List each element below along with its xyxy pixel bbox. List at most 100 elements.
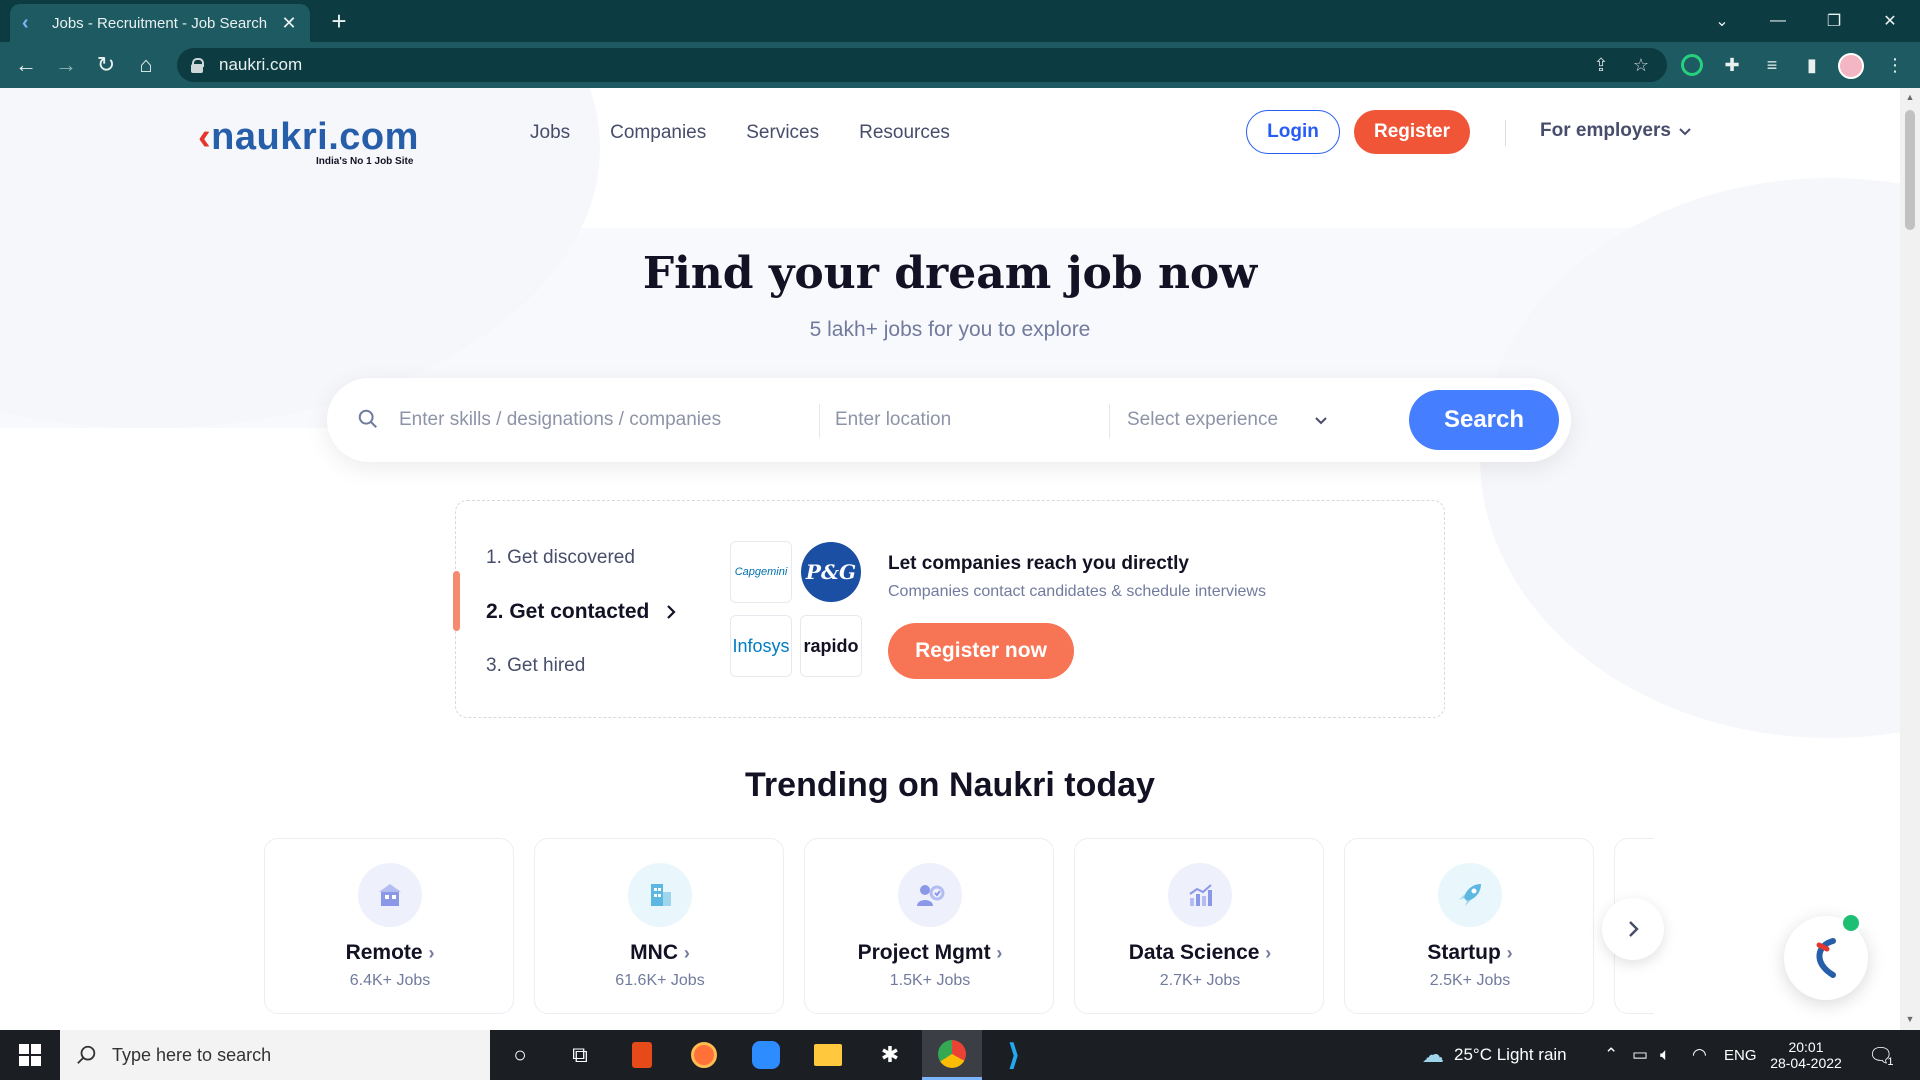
profile-avatar[interactable] bbox=[1838, 53, 1864, 79]
trending-card-count: 1.5K+ Jobs bbox=[889, 972, 971, 989]
naukri-chat-icon bbox=[1816, 938, 1836, 978]
search-divider bbox=[819, 404, 820, 438]
slack-icon[interactable]: ✱ bbox=[860, 1030, 920, 1080]
minimize-icon[interactable]: — bbox=[1750, 0, 1806, 42]
share-icon[interactable]: ⇪ bbox=[1592, 56, 1610, 74]
zoom-icon-shape bbox=[752, 1041, 780, 1069]
rocket-icon bbox=[1438, 863, 1502, 927]
wifi-icon[interactable]: ◠ bbox=[1692, 1030, 1707, 1080]
search-button[interactable]: Search bbox=[1409, 390, 1559, 450]
browser-tab[interactable]: ‹ Jobs - Recruitment - Job Search ✕ bbox=[10, 4, 310, 42]
for-employers-menu[interactable]: For employers bbox=[1540, 120, 1693, 142]
trending-next-button[interactable] bbox=[1602, 898, 1664, 960]
logo-tagline: India's No 1 Job Site bbox=[316, 156, 414, 167]
home-icon[interactable]: ⌂ bbox=[132, 51, 160, 79]
trending-card-count: 61.6K+ Jobs bbox=[615, 972, 705, 989]
taskbar-search-box[interactable]: Type here to search bbox=[60, 1030, 490, 1080]
volume-icon[interactable]: 🔈︎ bbox=[1660, 1030, 1670, 1080]
chevron-down-icon[interactable] bbox=[1313, 412, 1329, 428]
promo-steps: 1. Get discovered 2. Get contacted 3. Ge… bbox=[486, 531, 681, 693]
experience-select[interactable]: Select experience bbox=[1127, 378, 1327, 462]
bar-chart-icon bbox=[1168, 863, 1232, 927]
chevron-right-icon bbox=[667, 605, 676, 619]
tab-search-icon[interactable]: ⌄ bbox=[1694, 0, 1750, 42]
nav-services[interactable]: Services bbox=[746, 122, 819, 144]
cortana-icon[interactable]: ○ bbox=[490, 1030, 550, 1080]
register-promo-card: 1. Get discovered 2. Get contacted 3. Ge… bbox=[453, 500, 1445, 718]
trending-card-name: Project Mgmt › bbox=[857, 941, 1003, 964]
capgemini-logo: Capgemini bbox=[730, 541, 792, 603]
extensions-puzzle-icon[interactable]: ✚ bbox=[1721, 54, 1743, 76]
chevron-right-icon: › bbox=[428, 943, 435, 963]
extension-green-icon[interactable] bbox=[1681, 54, 1703, 76]
folder-icon-shape bbox=[814, 1044, 842, 1066]
search-icon bbox=[358, 409, 377, 428]
nav-companies[interactable]: Companies bbox=[610, 122, 706, 144]
tab-title: Jobs - Recruitment - Job Search bbox=[52, 14, 268, 32]
nav-jobs[interactable]: Jobs bbox=[530, 122, 570, 144]
address-bar[interactable]: naukri.com bbox=[177, 48, 1667, 82]
trending-card-project-mgmt[interactable]: Project Mgmt › 1.5K+ Jobs bbox=[804, 838, 1054, 1014]
step-get-discovered[interactable]: 1. Get discovered bbox=[486, 531, 681, 585]
file-explorer-icon[interactable] bbox=[798, 1030, 858, 1080]
browser-menu-icon[interactable]: ⋮ bbox=[1884, 54, 1906, 76]
page-scrollbar[interactable]: ▲ ▼ bbox=[1900, 88, 1920, 1030]
chrome-icon-shape bbox=[938, 1039, 966, 1068]
language-indicator[interactable]: ENG bbox=[1724, 1030, 1757, 1080]
step-get-contacted[interactable]: 2. Get contacted bbox=[486, 585, 681, 639]
taskbar-search-placeholder: Type here to search bbox=[112, 1044, 272, 1065]
office-icon[interactable] bbox=[612, 1030, 672, 1080]
location-input[interactable]: Enter location bbox=[835, 378, 1095, 462]
scroll-up-icon[interactable]: ▲ bbox=[1904, 92, 1916, 104]
nav-resources[interactable]: Resources bbox=[859, 122, 950, 144]
step-get-hired[interactable]: 3. Get hired bbox=[486, 639, 681, 693]
weather-text: 25°C Light rain bbox=[1454, 1045, 1567, 1064]
chevron-down-icon bbox=[1679, 128, 1691, 136]
company-logos: Capgemini P&G Infosys rapido bbox=[730, 541, 864, 681]
battery-icon[interactable]: ▭ bbox=[1632, 1030, 1648, 1080]
hero-title: Find your dream job now bbox=[642, 248, 1258, 299]
scrollbar-thumb[interactable] bbox=[1905, 110, 1915, 230]
restore-icon[interactable]: ❐ bbox=[1806, 0, 1862, 42]
url-text: naukri.com bbox=[219, 55, 303, 74]
register-now-button[interactable]: Register now bbox=[888, 623, 1074, 679]
side-panel-icon[interactable]: ▮ bbox=[1801, 54, 1823, 76]
tray-chevron-up-icon[interactable]: ⌃ bbox=[1604, 1030, 1618, 1080]
register-button[interactable]: Register bbox=[1354, 110, 1470, 154]
chrome-icon[interactable] bbox=[922, 1030, 982, 1080]
naukri-logo[interactable]: ‹naukri.com India's No 1 Job Site bbox=[198, 116, 438, 167]
close-window-icon[interactable]: ✕ bbox=[1862, 0, 1918, 42]
trending-card-remote[interactable]: Remote › 6.4K+ Jobs bbox=[264, 838, 514, 1014]
bookmark-star-icon[interactable]: ☆ bbox=[1632, 56, 1650, 74]
chevron-right-icon: › bbox=[1506, 943, 1513, 963]
clock[interactable]: 20:01 28-04-2022 bbox=[1766, 1030, 1846, 1080]
trending-card-mnc[interactable]: MNC › 61.6K+ Jobs bbox=[534, 838, 784, 1014]
trending-card-count: 6.4K+ Jobs bbox=[349, 972, 431, 989]
scroll-down-icon[interactable]: ▼ bbox=[1904, 1014, 1916, 1026]
reload-icon[interactable]: ↻ bbox=[92, 51, 120, 79]
vscode-icon[interactable]: ⟩ bbox=[984, 1030, 1044, 1080]
windows-start-button[interactable] bbox=[0, 1030, 60, 1080]
login-button[interactable]: Login bbox=[1246, 110, 1340, 154]
close-tab-icon[interactable]: ✕ bbox=[280, 13, 298, 34]
new-tab-icon[interactable]: + bbox=[325, 7, 353, 35]
skills-input[interactable]: Enter skills / designations / companies bbox=[399, 378, 779, 462]
for-employers-label: For employers bbox=[1540, 120, 1671, 141]
weather-widget[interactable]: ☁ 25°C Light rain bbox=[1422, 1030, 1567, 1080]
firefox-icon[interactable] bbox=[674, 1030, 734, 1080]
header-divider bbox=[1505, 120, 1506, 146]
reading-list-icon[interactable]: ≡ bbox=[1761, 54, 1783, 76]
back-icon[interactable]: ← bbox=[12, 51, 40, 79]
infosys-logo: Infosys bbox=[730, 615, 792, 677]
trending-card-count: 2.5K+ Jobs bbox=[1429, 972, 1511, 989]
forward-icon[interactable]: → bbox=[52, 51, 80, 79]
task-view-icon[interactable]: ⧉ bbox=[550, 1030, 610, 1080]
trending-card-name: Data Science › bbox=[1128, 941, 1272, 964]
trending-card-startup[interactable]: Startup › 2.5K+ Jobs bbox=[1344, 838, 1594, 1014]
trending-card-data-science[interactable]: Data Science › 2.7K+ Jobs bbox=[1074, 838, 1324, 1014]
notification-center-icon[interactable]: 🗨︎ 1 bbox=[1868, 1030, 1894, 1080]
browser-toolbar: ← → ↻ ⌂ naukri.com ⇪ ☆ ✚ ≡ ▮ ⋮ bbox=[0, 42, 1920, 88]
zoom-icon[interactable] bbox=[736, 1030, 796, 1080]
cloud-rain-icon: ☁ bbox=[1422, 1042, 1444, 1067]
pg-logo-text: P&G bbox=[801, 542, 861, 602]
